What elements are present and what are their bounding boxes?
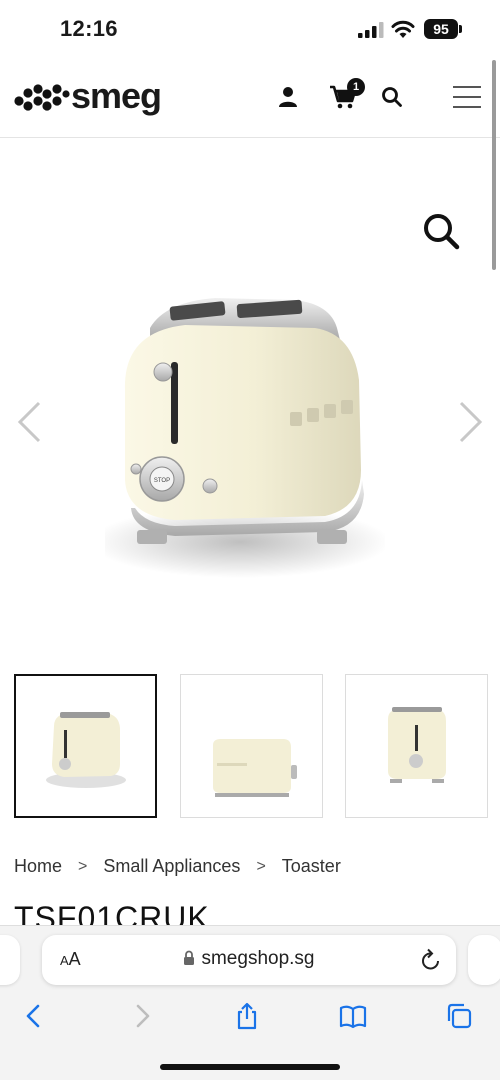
- search-icon: [382, 87, 402, 107]
- lock-icon: [184, 950, 195, 965]
- screen: 12:16 95 smeg 1 STOP Home > Small Applia…: [0, 0, 500, 1080]
- account-button[interactable]: [273, 82, 303, 112]
- breadcrumb-separator: >: [256, 857, 266, 875]
- url-label: smegshop.sg: [201, 948, 315, 969]
- home-indicator[interactable]: [160, 1064, 340, 1070]
- cellular-signal-icon: [358, 22, 384, 38]
- back-icon[interactable]: [20, 1002, 48, 1030]
- thumbnail-2[interactable]: [180, 674, 323, 818]
- thumbnail-3[interactable]: [345, 674, 488, 818]
- previous-image-arrow-icon[interactable]: [15, 400, 45, 444]
- thumbnail-strip: [14, 674, 488, 820]
- page-scrollbar[interactable]: [492, 60, 496, 270]
- menu-button[interactable]: [450, 82, 484, 112]
- search-button[interactable]: [377, 82, 407, 112]
- previous-tab-pill[interactable]: [0, 935, 20, 985]
- url-text: smegshop.sg: [42, 948, 456, 970]
- logo-text: smeg: [71, 75, 162, 116]
- battery-indicator: 95: [424, 19, 458, 39]
- next-tab-pill[interactable]: [468, 935, 500, 985]
- breadcrumb-home-link[interactable]: Home: [14, 856, 62, 877]
- breadcrumb-separator: >: [78, 857, 88, 875]
- wifi-icon: [391, 20, 415, 38]
- account-icon: [279, 87, 297, 107]
- site-header: smeg 1: [0, 56, 500, 138]
- bookmarks-icon[interactable]: [339, 1002, 367, 1030]
- next-image-arrow-icon[interactable]: [455, 400, 485, 444]
- svg-text:STOP: STOP: [154, 478, 170, 484]
- reload-icon[interactable]: [420, 948, 442, 972]
- logo-dots-icon: [14, 84, 70, 111]
- breadcrumb-small-appliances-link[interactable]: Small Appliances: [103, 856, 240, 877]
- thumbnail-3-image: [388, 707, 446, 783]
- smeg-logo[interactable]: smeg: [14, 75, 162, 116]
- thumbnail-1[interactable]: [14, 674, 157, 818]
- address-bar[interactable]: AA smegshop.sg: [42, 935, 456, 985]
- cart-count-badge: 1: [347, 78, 365, 96]
- clock: 12:16: [60, 16, 118, 41]
- forward-icon[interactable]: [128, 1002, 156, 1030]
- zoom-icon[interactable]: [420, 210, 462, 252]
- browser-bottom-bar: AA smegshop.sg: [0, 925, 500, 1080]
- share-icon[interactable]: [233, 1002, 261, 1030]
- status-bar: 12:16 95: [0, 0, 500, 56]
- menu-icon: [453, 86, 481, 108]
- tabs-icon[interactable]: [445, 1002, 473, 1030]
- battery-tip: [459, 25, 462, 33]
- thumbnail-1-image: [46, 712, 126, 788]
- breadcrumb: Home > Small Appliances > Toaster: [14, 856, 341, 877]
- product-main-image: STOP: [105, 298, 385, 578]
- breadcrumb-toaster-link[interactable]: Toaster: [282, 856, 341, 877]
- thumbnail-2-image: [213, 739, 297, 797]
